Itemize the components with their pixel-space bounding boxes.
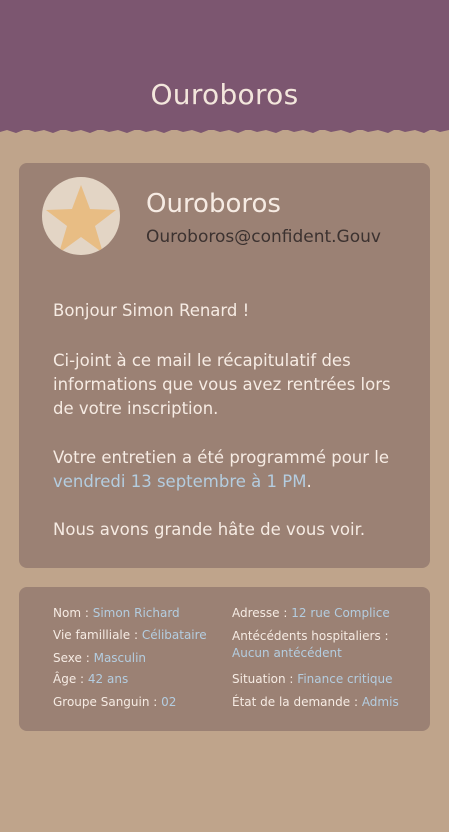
message-card: Ouroboros Ouroboros@confident.Gouv Bonjo… [19, 163, 430, 568]
info-label: Groupe Sanguin : [53, 695, 158, 709]
info-value: Masculin [93, 651, 147, 665]
closing-text: Nous avons grande hâte de vous voir. [53, 520, 366, 539]
header-title: Ouroboros [150, 78, 299, 111]
meeting-suffix: . [306, 472, 312, 491]
info-row-etat-demande: État de la demande : Admis [232, 695, 399, 709]
info-row-situation: Situation : Finance critique [232, 672, 393, 686]
info-card: Nom : Simon Richard Vie familliale : Cél… [19, 587, 430, 731]
info-value: Finance critique [297, 672, 393, 686]
app-header: Ouroboros [0, 0, 449, 130]
info-row-sexe: Sexe : Masculin [53, 651, 146, 665]
info-row-groupe-sanguin: Groupe Sanguin : 02 [53, 695, 176, 709]
star-icon [46, 185, 116, 253]
info-value: 12 rue Complice [291, 606, 390, 620]
info-value: Admis [361, 695, 399, 709]
info-row-age: Âge : 42 ans [53, 672, 128, 686]
info-row-adresse: Adresse : 12 rue Complice [232, 606, 390, 620]
info-label: Situation : [232, 672, 294, 686]
header-torn-edge [0, 124, 449, 133]
info-value: Simon Richard [92, 606, 180, 620]
info-row-vie-familliale: Vie familliale : Célibataire [53, 628, 207, 642]
meeting-text: Votre entretien a été programmé pour le … [53, 446, 413, 494]
info-label: Vie familliale : [53, 628, 139, 642]
sender-email: Ouroboros@confident.Gouv [146, 227, 381, 247]
meeting-date: vendredi 13 septembre à 1 PM [53, 472, 307, 491]
info-row-antecedents: Antécédents hospitaliers : Aucun antécéde… [232, 628, 422, 662]
info-value: Aucun antécédent [232, 646, 342, 660]
info-label: Âge : [53, 672, 85, 686]
info-label: Antécédents hospitaliers : [232, 629, 389, 643]
info-value: Célibataire [141, 628, 207, 642]
recap-text: Ci-joint à ce mail le récapitulatif des … [53, 351, 391, 418]
info-row-nom: Nom : Simon Richard [53, 606, 180, 620]
greeting-text: Bonjour Simon Renard ! [53, 301, 250, 320]
info-label: Nom : [53, 606, 89, 620]
sender-name: Ouroboros [146, 189, 281, 219]
info-label: État de la demande : [232, 695, 358, 709]
info-label: Sexe : [53, 651, 90, 665]
info-value: 02 [161, 695, 177, 709]
sender-avatar [42, 177, 120, 255]
info-label: Adresse : [232, 606, 288, 620]
info-value: 42 ans [87, 672, 129, 686]
meeting-prefix: Votre entretien a été programmé pour le [53, 448, 390, 467]
